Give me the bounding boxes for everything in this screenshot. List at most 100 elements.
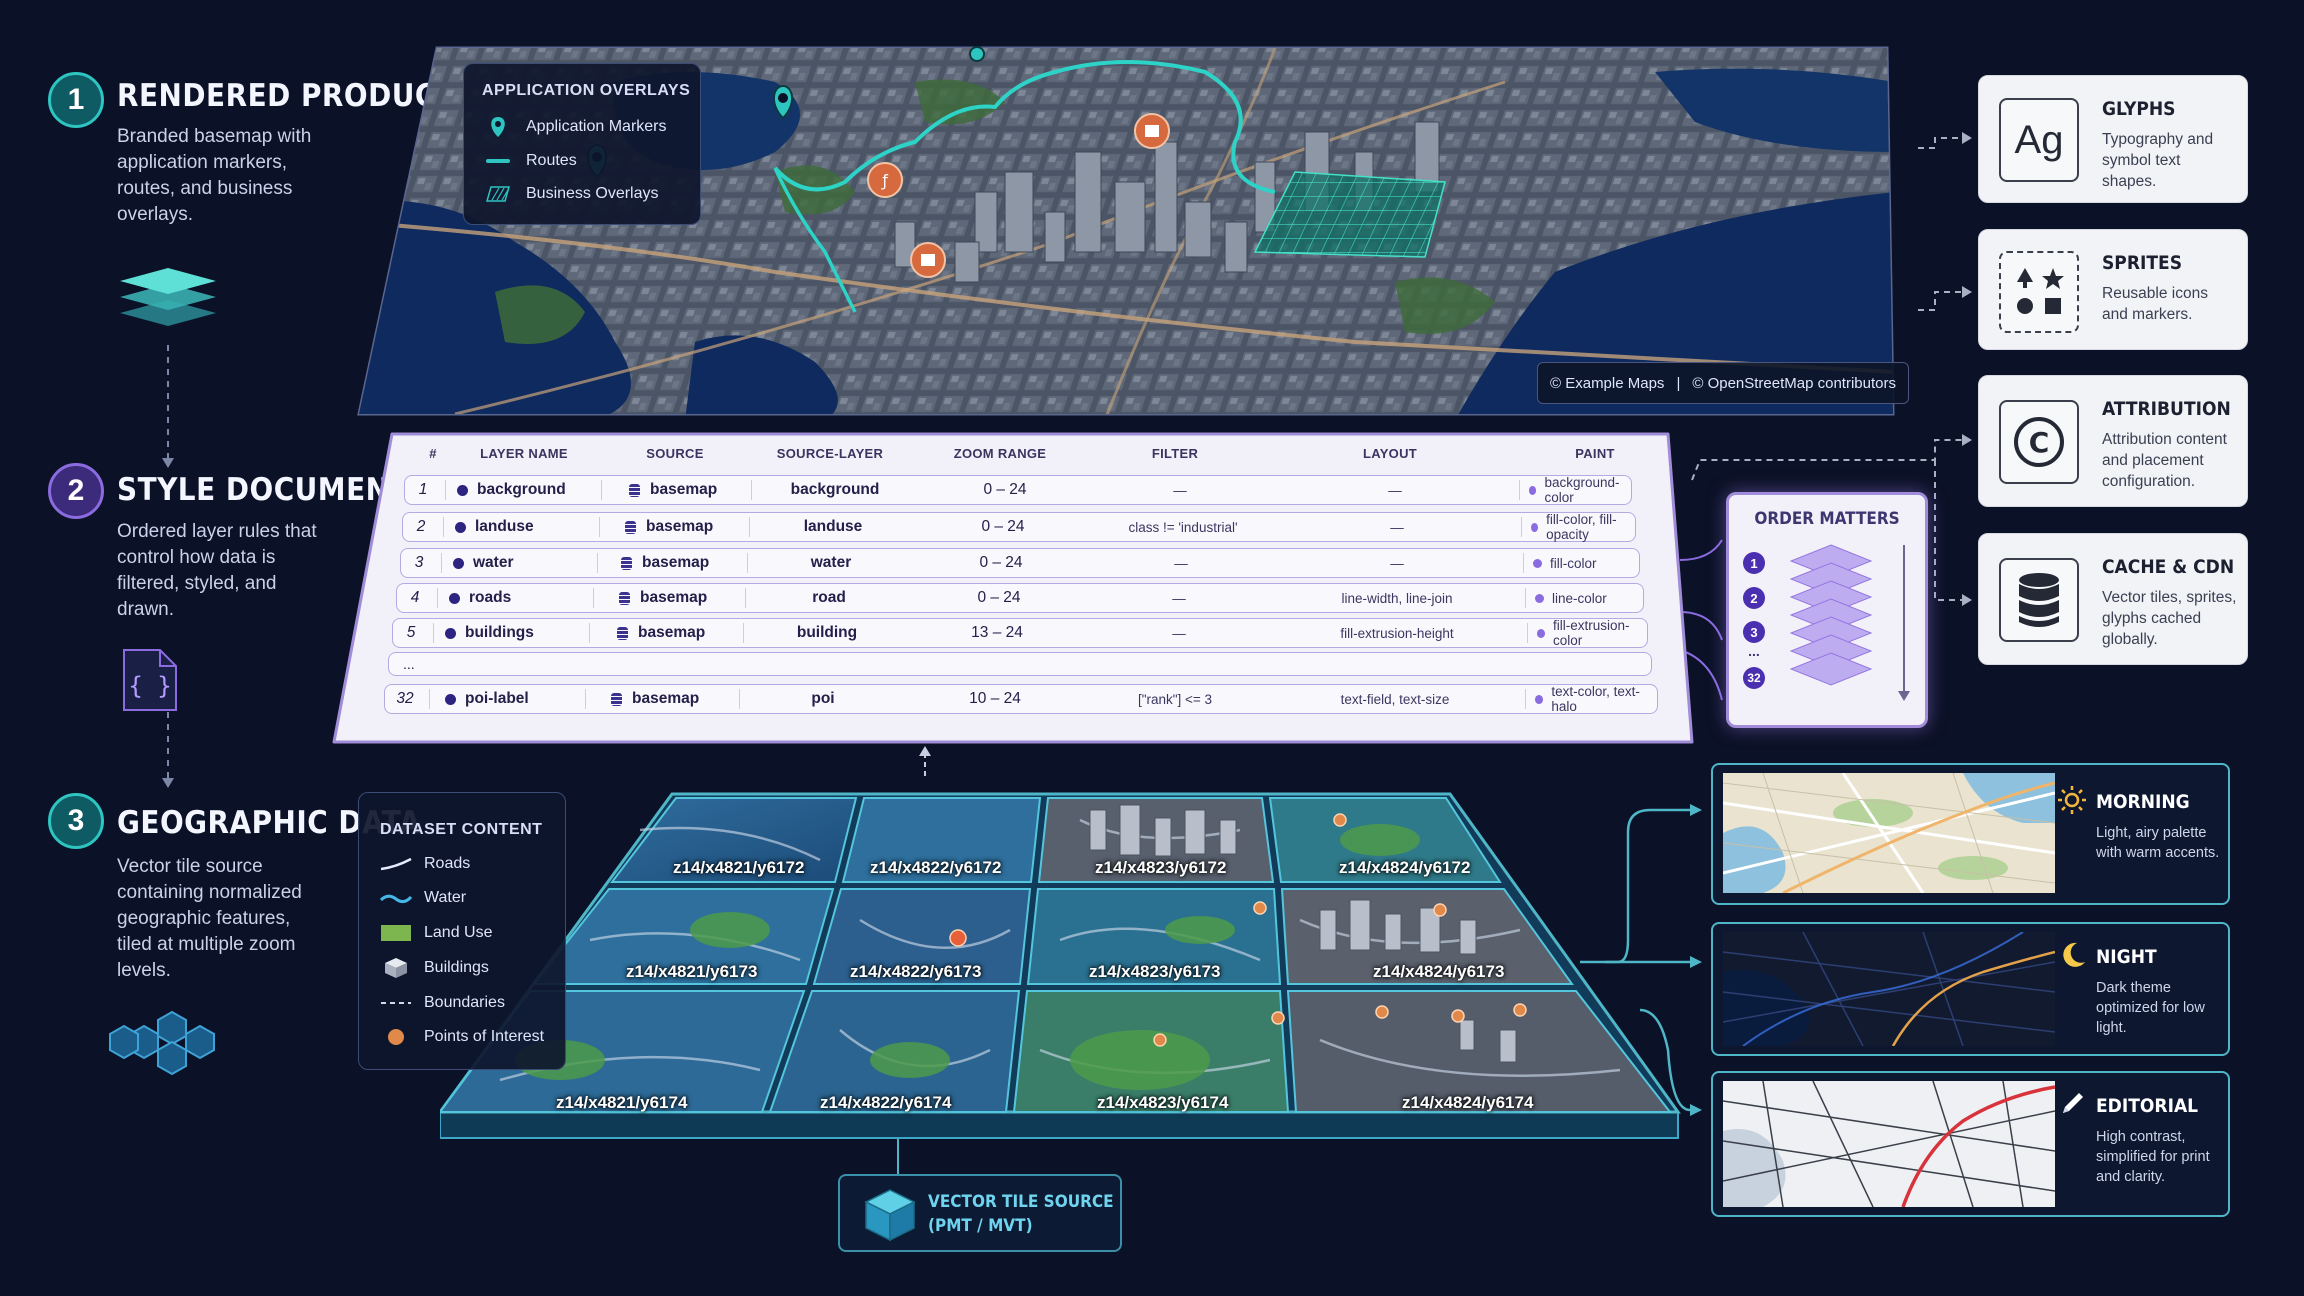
theme-description: High contrast, simplified for print and … — [2096, 1129, 2210, 1185]
vector-tile-source-box[interactable]: VECTOR TILE SOURCE (PMT / MVT) — [838, 1174, 1122, 1252]
zoom-range-cell: 0 – 24 — [981, 518, 1025, 535]
card-title: SPRITES — [2102, 252, 2183, 274]
source-cell: basemap — [617, 619, 705, 647]
attribution-card[interactable]: C ATTRIBUTION Attribution content and pl… — [1978, 375, 2248, 507]
legend-item-buildings: Buildings — [380, 958, 489, 978]
legend-label: Roads — [424, 855, 471, 872]
database-icon — [617, 626, 628, 640]
database-icon — [625, 520, 636, 534]
route-endpoint-marker — [969, 46, 985, 62]
style-document-table: # LAYER NAME SOURCE SOURCE-LAYER ZOOM RA… — [330, 430, 1696, 746]
tile-label: z14/x4822/y6173 — [850, 962, 982, 981]
card-description: Attribution content and placement config… — [2102, 431, 2227, 490]
theme-title: MORNING — [2096, 791, 2190, 813]
tile-label: z14/x4821/y6172 — [673, 858, 805, 877]
order-matters-panel: ORDER MATTERS 1 2 3 ... 32 — [1726, 492, 1928, 728]
tile-label: z14/x4824/y6172 — [1339, 858, 1471, 877]
zoom-range-cell: 13 – 24 — [971, 624, 1023, 641]
legend-item-routes: Routes — [482, 152, 577, 170]
table-to-attribution-connector — [1691, 439, 1962, 481]
svg-text:ƒ: ƒ — [880, 171, 888, 190]
table-row[interactable]: 3 water basemap water 0 – 24 — — fill-co… — [400, 548, 1640, 578]
database-icon — [619, 591, 630, 605]
paint-cell: background-color — [1529, 475, 1631, 505]
filter-cell: — — [1174, 555, 1188, 571]
paint-cell: fill-color — [1533, 549, 1597, 577]
hatched-area-icon — [482, 185, 514, 203]
tile-label: z14/x4824/y6174 — [1402, 1093, 1534, 1112]
source-layer-cell: building — [796, 624, 858, 641]
legend-label: Routes — [526, 152, 577, 169]
step-number-badge: 2 — [48, 463, 104, 519]
theme-title: EDITORIAL — [2096, 1095, 2199, 1117]
legend-item-boundaries: Boundaries — [380, 994, 505, 1012]
source-cell: basemap — [621, 549, 709, 577]
zoom-range-cell: 10 – 24 — [969, 690, 1021, 707]
vector-source-format: (PMT / MVT) — [928, 1216, 1033, 1236]
table-row[interactable]: 4 roads basemap road 0 – 24 — line-width… — [396, 583, 1644, 613]
legend-label: Water — [424, 889, 467, 906]
boundary-dash-icon — [380, 994, 412, 1012]
hex-tiles-icon — [109, 1010, 215, 1076]
step1-arrowhead — [162, 458, 174, 468]
filter-cell: class != 'industrial' — [1128, 519, 1238, 535]
application-overlays-legend: APPLICATION OVERLAYS Application Markers… — [463, 63, 701, 225]
legend-item-markers: Application Markers — [482, 117, 667, 137]
layers-stack-icon — [120, 268, 216, 326]
water-wave-icon — [380, 889, 412, 907]
table-row[interactable]: 5 buildings basemap building 13 – 24 — f… — [392, 618, 1648, 648]
table-row[interactable]: 2 landuse basemap landuse 0 – 24 class !… — [402, 512, 1636, 542]
table-row[interactable]: 1 background basemap background 0 – 24 —… — [404, 475, 1632, 505]
row-number: 5 — [406, 624, 416, 641]
morning-map-thumbnail — [1723, 773, 2055, 893]
order-ellipsis: ... — [1748, 643, 1760, 659]
tile-label: z14/x4823/y6173 — [1089, 962, 1221, 981]
attribution-osm: © OpenStreetMap contributors — [1692, 374, 1896, 392]
card-title: ATTRIBUTION — [2102, 398, 2231, 420]
filter-cell: ["rank"] <= 3 — [1137, 691, 1213, 707]
card-description: Vector tiles, sprites, glyphs cached glo… — [2102, 589, 2237, 648]
source-layer-cell: road — [812, 589, 846, 606]
card-title: CACHE & CDN — [2102, 556, 2235, 578]
column-header: SOURCE-LAYER — [776, 446, 884, 461]
layout-cell: — — [1390, 555, 1404, 571]
tile-label: z14/x4823/y6174 — [1097, 1093, 1229, 1112]
theme-description: Dark theme optimized for low light. — [2096, 980, 2205, 1036]
row-number: 32 — [396, 690, 414, 707]
source-layer-cell: landuse — [803, 518, 863, 535]
column-header: ZOOM RANGE — [953, 446, 1047, 461]
tile-label: z14/x4821/y6173 — [626, 962, 758, 981]
theme-description: Light, airy palette with warm accents. — [2096, 825, 2220, 861]
sprites-icon — [1999, 251, 2079, 333]
theme-editorial-card[interactable]: EDITORIAL High contrast, simplified for … — [1711, 1071, 2230, 1217]
vector-cube-icon — [864, 1189, 916, 1242]
moon-icon — [2063, 942, 2085, 967]
vector-source-title: VECTOR TILE SOURCE — [928, 1192, 1114, 1212]
sun-icon — [2058, 786, 2086, 814]
table-row[interactable]: 32 poi-label basemap poi 10 – 24 ["rank"… — [384, 684, 1658, 714]
layer-name-cell: buildings — [445, 619, 534, 647]
cache-cdn-card[interactable]: CACHE & CDN Vector tiles, sprites, glyph… — [1978, 533, 2248, 665]
theme-morning-card[interactable]: MORNING Light, airy palette with warm ac… — [1711, 763, 2230, 905]
map-pin-icon — [482, 117, 514, 137]
step-number-badge: 3 — [48, 793, 104, 849]
map-to-sprites-connector — [1918, 291, 1962, 311]
order-badge: 1 — [1743, 552, 1765, 574]
copyright-icon: C — [1999, 400, 2079, 484]
map-attribution[interactable]: © Example Maps | © OpenStreetMap contrib… — [1537, 362, 1909, 404]
database-icon — [611, 692, 622, 706]
card-description: Reusable icons and markers. — [2102, 285, 2208, 323]
legend-item-poi: Points of Interest — [380, 1028, 544, 1046]
land-use-swatch-icon — [380, 924, 412, 942]
ellipsis-text: ... — [403, 656, 415, 672]
glyphs-card[interactable]: Ag GLYPHS Typography and symbol text sha… — [1978, 75, 2248, 203]
attribution-divider: | — [1676, 374, 1681, 392]
row-number: 3 — [414, 554, 424, 571]
sprites-card[interactable]: SPRITES Reusable icons and markers. — [1978, 229, 2248, 350]
legend-item-roads: Roads — [380, 855, 470, 873]
theme-night-card[interactable]: NIGHT Dark theme optimized for low light… — [1711, 922, 2230, 1056]
svg-text:{ }: { } — [128, 672, 171, 700]
step-2: 2 — [48, 463, 104, 519]
source-cell: basemap — [611, 685, 699, 713]
paint-cell: fill-extrusion-color — [1537, 618, 1647, 648]
